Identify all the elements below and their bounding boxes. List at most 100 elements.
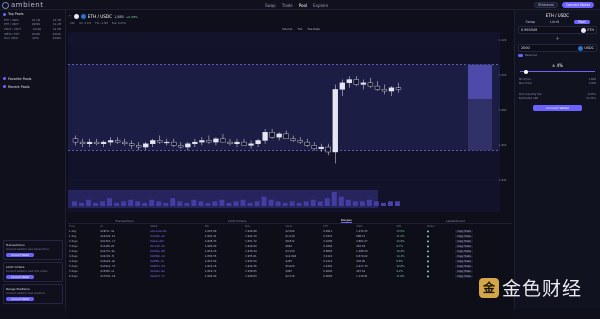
transactions-connect-button[interactable]: Connect Wallet [6,253,34,257]
copy-trade-label[interactable]: Copy Trade [455,265,472,268]
copy-trade-label[interactable]: Copy Trade [455,275,472,278]
transactions-box: Transactions Connect wallet to view tran… [3,240,63,260]
connect-wallet-button[interactable]: Connect Wallet [562,2,594,8]
candle-body [235,142,240,144]
panel-connect-wallet-button[interactable]: Connect Wallet [533,105,582,111]
range-width-value: ± 4% [515,63,600,68]
top-pools-header[interactable]: Top Pools [0,10,65,18]
top-pools-icon [3,13,6,16]
pool-tvl: $4.3M [53,19,61,22]
y-tick-label: 1,860 [499,143,507,147]
table-cell: 0x7b5d..16 [100,274,150,279]
eth-token-icon [74,14,79,19]
recent-pools-header[interactable]: Recent Pools [0,83,65,91]
favorite-pools-header[interactable]: Favorite Pools [0,75,65,83]
pool-pair: DAI / USDC [4,37,18,40]
chart-tabs: Volume TVL Fee Rate [282,27,320,31]
price-chart[interactable] [68,32,500,212]
copy-trade-label[interactable]: Copy Trade [455,250,472,253]
detail-key: Pool Liquidity Fee [519,93,542,96]
tab-ranges[interactable]: Ranges [341,218,352,223]
pair-header: ♡ ETH / USDC 1,880 +0.28% [68,13,138,20]
tab-transactions[interactable]: Transactions [115,219,134,223]
token-a-amount[interactable]: 0.993549 [521,28,537,32]
panel-tab-swap[interactable]: Swap [525,20,535,24]
nav-pool[interactable]: Pool [299,3,307,8]
tab-limit-orders[interactable]: Limit Orders [228,219,246,223]
copy-trade-label[interactable]: Copy Trade [455,230,472,233]
favorite-star-icon[interactable]: ♡ [68,14,72,19]
tab-leaderboard[interactable]: Leaderboard [446,219,465,223]
max-price-value[interactable]: 1,958 [589,82,596,85]
panel-tab-limit[interactable]: Limit [550,20,559,24]
table-row[interactable]: 6 days0x7b5d..160xe013..771,826.901,948.… [68,274,512,279]
candle-body [192,142,197,144]
recent-pools-title: Recent Pools [8,85,30,89]
candle-body [122,142,127,144]
pool-list-item[interactable]: DAI / USDC$97K$340K [0,36,65,41]
chart-tab-tvl[interactable]: TVL [297,27,302,31]
nav-explore[interactable]: Explore [313,3,328,8]
range-slider-handle[interactable] [524,70,528,74]
app-logo[interactable]: ambient [2,0,62,10]
copy-trade-label[interactable]: Copy Trade [455,255,472,258]
positions-table-panel: Transactions Limit Orders Ranges Leaderb… [68,218,512,319]
chart-tab-fee-rate[interactable]: Fee Rate [308,27,320,31]
pair-title[interactable]: ETH / USDC [88,14,112,19]
pool-tvl: $610K [53,33,61,36]
candle-body [73,139,78,142]
range-positions-box: Range Positions Connect wallet to view p… [3,284,63,304]
range-positions-connect-button[interactable]: Connect Wallet [6,297,34,301]
balanced-toggle[interactable] [518,54,523,57]
y-tick-label: 1,900 [499,73,507,77]
token-a-input[interactable]: 0.993549 ETH [518,26,597,34]
table-cell: $2,276 [284,274,322,279]
nav-swap[interactable]: Swap [265,3,276,8]
token-b-selector[interactable]: USDC [578,46,594,51]
chart-tab-volume[interactable]: Volume [282,27,292,31]
candle-body [319,147,324,149]
copy-trade-label[interactable]: Copy Trade [455,245,472,248]
token-a-selector[interactable]: ETH [581,28,594,33]
chart-info-tvl: TVL: 4.3M [95,22,108,25]
candle-body [228,142,233,144]
candle-body [291,139,296,141]
copy-trade-label[interactable]: Copy Trade [455,240,472,243]
watermark-text: 金色财经 [502,274,582,301]
token-b-input[interactable]: 2000 USDC [518,44,597,52]
panel-tab-pool[interactable]: Pool [574,20,589,24]
pair-price: 1,880 [114,15,124,19]
pool-vol: $2.1M [32,19,40,22]
top-right-controls: Ethereum Connect Wallet [534,2,594,8]
range-slider[interactable] [520,71,595,72]
token-b-amount[interactable]: 2000 [521,46,530,50]
candle-body [340,83,345,90]
candle-body [199,140,204,142]
table-cell: ● [426,274,455,279]
nav-trade[interactable]: Trade [282,3,293,8]
copy-trade-label[interactable]: Copy Trade [455,260,472,263]
min-price-value[interactable]: 1,806 [589,78,596,81]
copy-trade-label[interactable]: Copy Trade [455,235,472,238]
min-price-label: Min Price [519,78,531,81]
logo-text: ambient [11,1,43,9]
copy-trade-label[interactable]: Copy Trade [455,270,472,273]
candle-body [213,139,218,142]
tvl-area [68,190,378,208]
network-selector[interactable]: Ethereum [534,2,558,8]
chart-info-period: 24h [70,22,75,25]
limit-orders-box: Limit Orders Connect wallet to view limi… [3,262,63,282]
chart-info-fee: Fee: 0.05% [112,22,126,25]
transactions-title: Transactions [6,243,60,247]
candle-body [277,134,282,137]
eth-token-icon [581,28,586,33]
main-nav: Swap Trade Pool Explore [265,0,328,10]
candle-body [263,132,268,140]
candle-body [150,140,155,143]
pool-vol: $97K [32,37,39,40]
limit-orders-connect-button[interactable]: Connect Wallet [6,275,34,279]
wallet-link[interactable]: 0xe013..77 [149,274,204,279]
pool-tvl: $1.2M [53,23,61,26]
plus-icon: + [515,36,600,42]
detail-key: Estimated APR [519,97,538,100]
